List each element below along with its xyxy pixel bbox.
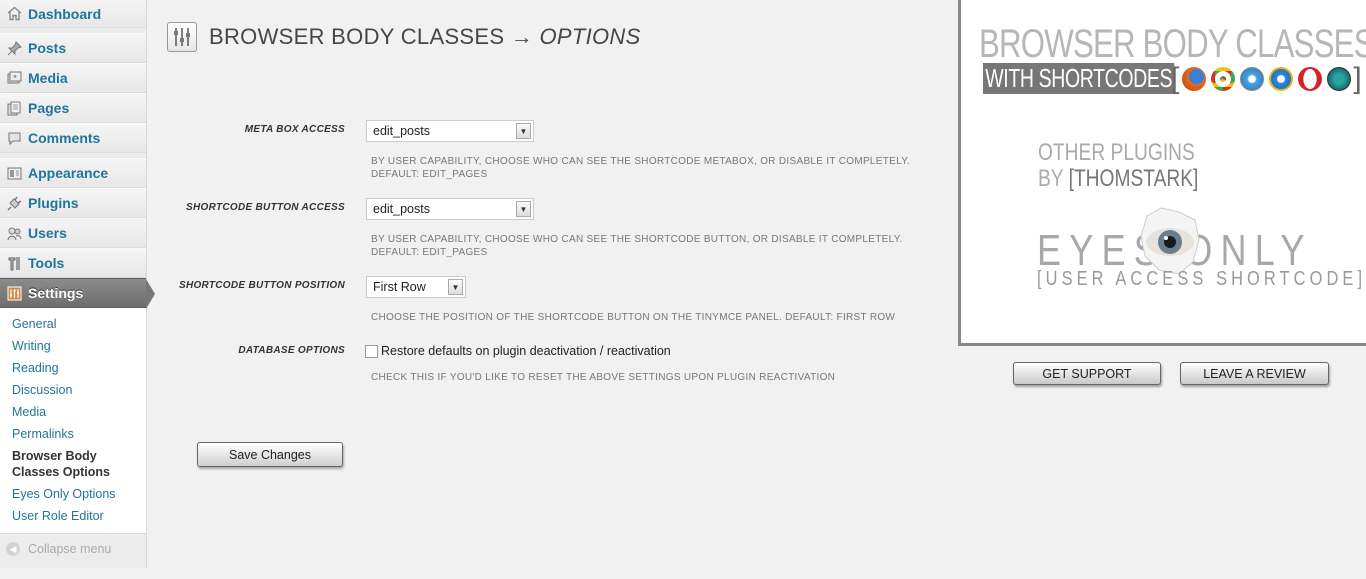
menu-item-dashboard[interactable]: Dashboard — [0, 0, 146, 28]
browser-icons: [ ] — [1171, 62, 1362, 95]
eye-icon — [1139, 206, 1201, 276]
firefox-icon — [1181, 67, 1206, 91]
save-changes-button[interactable]: Save Changes — [197, 442, 343, 467]
menu-item-tools[interactable]: Tools — [0, 248, 146, 278]
menu-label-pages: Pages — [28, 100, 70, 116]
menu-label-plugins: Plugins — [28, 195, 79, 211]
settings-sliders-icon — [167, 22, 197, 52]
collapse-menu-button[interactable]: ◀ Collapse menu — [0, 534, 146, 564]
menu-label-media: Media — [28, 70, 68, 86]
collapse-menu-label: Collapse menu — [28, 542, 112, 556]
restore-defaults-checkbox[interactable] — [365, 345, 378, 358]
meta-box-desc-line2: DEFAULT: EDIT_PAGES — [371, 169, 488, 180]
menu-item-pages[interactable]: Pages — [0, 93, 146, 123]
menu-label-tools: Tools — [28, 255, 65, 271]
submenu-reading[interactable]: Reading — [0, 357, 146, 379]
settings-submenu: General Writing Reading Discussion Media… — [0, 308, 146, 534]
shortcode-button-access-value: edit_posts — [373, 202, 430, 216]
home-icon — [6, 6, 22, 22]
database-options-label: DATABASE OPTIONS — [238, 345, 345, 356]
plug-icon — [6, 195, 22, 211]
menu-item-settings[interactable]: Settings — [0, 278, 155, 309]
other-plugins-line2: BY [THOMSTARK] — [1038, 166, 1198, 192]
meta-box-access-description: BY USER CAPABILITY, CHOOSE WHO CAN SEE T… — [371, 155, 910, 181]
pushpin-icon — [6, 40, 22, 56]
meta-box-access-value: edit_posts — [373, 124, 430, 138]
opera-icon — [1297, 67, 1322, 91]
tools-icon — [6, 255, 22, 271]
promo-title: BROWSER BODY CLASSES — [979, 22, 1366, 66]
meta-box-access-select[interactable]: edit_posts ▼ — [366, 120, 534, 142]
collapse-arrow-icon: ◀ — [6, 542, 20, 556]
submenu-eyes-only-options[interactable]: Eyes Only Options — [0, 483, 146, 505]
get-support-button[interactable]: GET SUPPORT — [1013, 362, 1161, 385]
submenu-user-role-editor[interactable]: User Role Editor — [0, 505, 146, 527]
submenu-discussion[interactable]: Discussion — [0, 379, 146, 401]
comment-icon — [6, 130, 22, 146]
meta-box-access-label: META BOX ACCESS — [244, 124, 345, 135]
menu-label-posts: Posts — [28, 40, 67, 56]
other-plugins-heading: OTHER PLUGINS BY [THOMSTARK] — [1038, 140, 1198, 192]
other-plugins-author[interactable]: [THOMSTARK] — [1069, 165, 1199, 192]
shortcode-button-access-select[interactable]: edit_posts ▼ — [366, 198, 534, 220]
main-content: BROWSER BODY CLASSES → OPTIONS META BOX … — [146, 0, 956, 579]
users-icon — [6, 225, 22, 241]
shortcode-button-access-label: SHORTCODE BUTTON ACCESS — [186, 202, 345, 213]
restore-defaults-label[interactable]: Restore defaults on plugin deactivation … — [381, 344, 671, 358]
menu-item-appearance[interactable]: Appearance — [0, 158, 146, 188]
menu-item-media[interactable]: Media — [0, 63, 146, 93]
shortcode-button-position-value: First Row — [373, 280, 426, 294]
admin-sidebar: Dashboard Posts Media Pages Comments App… — [0, 0, 155, 568]
netscape-icon — [1326, 67, 1351, 91]
media-icon — [6, 70, 22, 86]
shortcode-access-desc-line1: BY USER CAPABILITY, CHOOSE WHO CAN SEE T… — [371, 234, 903, 245]
chevron-down-icon: ▼ — [448, 279, 463, 295]
appearance-icon — [6, 165, 22, 181]
submenu-browser-body-classes-options[interactable]: Browser Body Classes Options — [0, 445, 134, 483]
page-title-emphasis: OPTIONS — [539, 24, 641, 49]
shortcode-button-access-description: BY USER CAPABILITY, CHOOSE WHO CAN SEE T… — [371, 233, 902, 259]
promo-banner: BROWSER BODY CLASSES WITH SHORTCODES [ ]… — [958, 0, 1366, 346]
shortcode-button-position-label: SHORTCODE BUTTON POSITION — [178, 280, 345, 291]
shortcode-button-position-description: CHOOSE THE POSITION OF THE SHORTCODE BUT… — [371, 312, 896, 323]
promo-subtitle-text: WITH SHORTCODES — [983, 62, 1175, 94]
safari-icon — [1239, 67, 1264, 91]
submenu-general[interactable]: General — [0, 313, 146, 335]
database-options-description: CHECK THIS IF YOU'D LIKE TO RESET THE AB… — [371, 372, 836, 383]
menu-label-dashboard: Dashboard — [28, 5, 102, 22]
page-title: BROWSER BODY CLASSES → OPTIONS — [209, 24, 641, 50]
chrome-icon — [1210, 67, 1235, 91]
settings-icon — [6, 285, 22, 301]
submenu-writing[interactable]: Writing — [0, 335, 146, 357]
menu-label-comments: Comments — [28, 130, 101, 146]
meta-box-desc-line1: BY USER CAPABILITY, CHOOSE WHO CAN SEE T… — [371, 156, 911, 167]
menu-label-appearance: Appearance — [28, 165, 109, 181]
menu-item-posts[interactable]: Posts — [0, 33, 146, 63]
menu-item-comments[interactable]: Comments — [0, 123, 146, 153]
chevron-down-icon: ▼ — [516, 123, 531, 139]
shortcode-access-desc-line2: DEFAULT: EDIT_PAGES — [371, 247, 488, 258]
shortcode-button-position-select[interactable]: First Row ▼ — [366, 276, 466, 298]
pages-icon — [6, 100, 22, 116]
other-plugins-by: BY — [1038, 165, 1064, 192]
other-plugins-line1: OTHER PLUGINS — [1038, 139, 1195, 166]
page-title-main: BROWSER BODY CLASSES → — [209, 24, 534, 49]
menu-item-users[interactable]: Users — [0, 218, 146, 248]
submenu-permalinks[interactable]: Permalinks — [0, 423, 146, 445]
menu-label-users: Users — [28, 225, 67, 241]
chevron-down-icon: ▼ — [516, 201, 531, 217]
ie-icon — [1268, 67, 1293, 91]
leave-a-review-button[interactable]: LEAVE A REVIEW — [1180, 362, 1329, 385]
submenu-media[interactable]: Media — [0, 401, 146, 423]
menu-item-plugins[interactable]: Plugins — [0, 188, 146, 218]
menu-label-settings: Settings — [28, 285, 84, 301]
eyes-only-subtitle: [USER ACCESS SHORTCODE] — [1037, 268, 1366, 290]
